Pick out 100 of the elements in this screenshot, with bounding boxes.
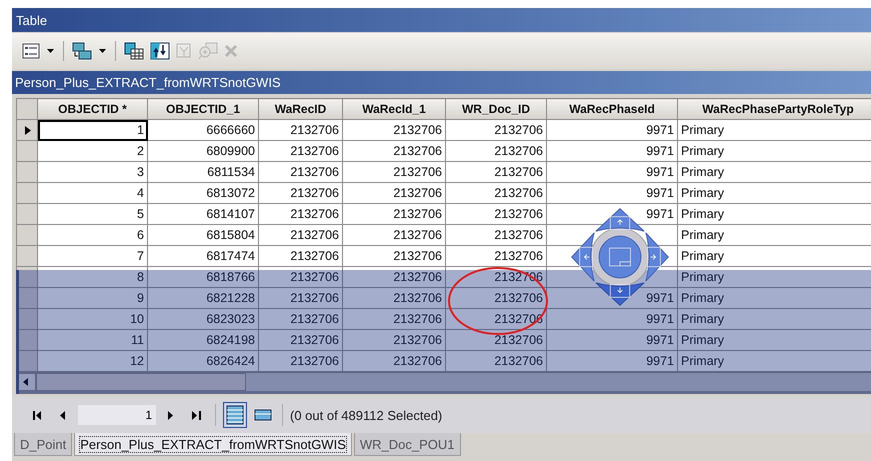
- zoom-to-selected-icon: [198, 42, 218, 60]
- table-cell: 2132706: [446, 246, 546, 266]
- table-cell: 2132706: [446, 162, 546, 182]
- table-cell: Primary: [678, 120, 871, 140]
- table-cell: 6817474: [148, 246, 258, 266]
- dropdown-arrow-icon[interactable]: [96, 49, 109, 53]
- row-selector[interactable]: [16, 120, 38, 140]
- table-cell: 2132706: [342, 266, 446, 288]
- scroll-thumb[interactable]: [36, 373, 246, 391]
- table-cell: 6815804: [148, 224, 258, 246]
- table-cell: 1: [38, 120, 148, 140]
- table-cell: 2132706: [258, 224, 342, 246]
- table-cell: Primary: [678, 308, 871, 330]
- window-title: Table: [16, 12, 48, 28]
- column-header[interactable]: WaRecID: [258, 98, 342, 120]
- delete-icon: [224, 44, 238, 58]
- table-cell: 2132706: [446, 288, 546, 308]
- table-cell: 6826424: [148, 350, 258, 372]
- table-cell: 10: [38, 308, 148, 330]
- table-cell: Primary: [678, 330, 871, 350]
- table-tab[interactable]: D_Point: [14, 433, 72, 456]
- table-cell: 2132706: [342, 308, 446, 330]
- table-cell: 2132706: [342, 330, 446, 350]
- table-cell: 2132706: [342, 120, 446, 140]
- column-header[interactable]: OBJECTID_1: [148, 98, 258, 120]
- table-cell: 6821228: [148, 288, 258, 308]
- table-cell: 6824198: [148, 330, 258, 350]
- table-cell: Primary: [678, 140, 871, 162]
- table-cell: 9971: [546, 162, 678, 182]
- table-cell: 2132706: [342, 288, 446, 308]
- scroll-left-button[interactable]: [16, 373, 36, 391]
- table-cell: 6: [38, 224, 148, 246]
- table-cell: 2132706: [258, 162, 342, 182]
- table-cell: 9971: [546, 350, 678, 372]
- clear-selection-icon: [176, 43, 192, 59]
- table-cell: 2132706: [258, 204, 342, 224]
- table-cell: 6818766: [148, 266, 258, 288]
- table-cell: Primary: [678, 182, 871, 204]
- table-cell: 9971: [546, 308, 678, 330]
- table-cell: 2132706: [446, 204, 546, 224]
- table-cell: 12: [38, 350, 148, 372]
- table-cell: 9971: [546, 140, 678, 162]
- selection-count: (0 out of 489112 Selected): [290, 408, 442, 422]
- table-cell: 9: [38, 288, 148, 308]
- table-cell: 6809900: [148, 140, 258, 162]
- left-arrow-icon: [23, 378, 29, 386]
- table-cell: 2132706: [258, 350, 342, 372]
- column-header[interactable]: OBJECTID *: [38, 98, 148, 120]
- table-cell: 6814107: [148, 204, 258, 224]
- table-cell: 9971: [546, 182, 678, 204]
- column-header[interactable]: WaRecPhaseId: [546, 98, 678, 120]
- table-cell: 7: [38, 246, 148, 266]
- table-tab[interactable]: WR_Doc_POU1: [354, 433, 461, 456]
- table-cell: Primary: [678, 204, 871, 224]
- table-cell: 2132706: [342, 350, 446, 372]
- switch-selection-icon: [150, 42, 170, 60]
- table-cell: 2132706: [446, 350, 546, 372]
- table-cell: 9971: [546, 120, 678, 140]
- dropdown-arrow-icon[interactable]: [44, 49, 57, 53]
- table-cell: 2132706: [258, 246, 342, 266]
- table-cell: 2132706: [258, 288, 342, 308]
- row-selector[interactable]: [16, 266, 38, 288]
- table-cell: 6666660: [148, 120, 258, 140]
- table-cell: Primary: [678, 288, 871, 308]
- table-cell: 9971: [546, 330, 678, 350]
- table-cell: 5: [38, 204, 148, 224]
- table-cell: Primary: [678, 266, 871, 288]
- table-cell: 2132706: [446, 120, 546, 140]
- column-header[interactable]: WaRecPhasePartyRoleTyp: [678, 98, 871, 120]
- table-cell: 2132706: [258, 308, 342, 330]
- table-cell: 8: [38, 266, 148, 288]
- table-cell: 2132706: [342, 204, 446, 224]
- table-cell: Primary: [678, 224, 871, 246]
- show-all-records-button[interactable]: [223, 402, 247, 428]
- table-cell: 2132706: [342, 224, 446, 246]
- table-cell: 2132706: [258, 120, 342, 140]
- table-cell: 2: [38, 140, 148, 162]
- first-record-icon: [32, 410, 42, 420]
- previous-record-icon: [58, 410, 68, 420]
- table-cell: 2132706: [258, 182, 342, 204]
- grid-corner: [16, 98, 38, 120]
- table-cell: 2132706: [342, 182, 446, 204]
- table-cell: 6811534: [148, 162, 258, 182]
- column-header[interactable]: WaRecId_1: [342, 98, 446, 120]
- related-tables-icon: [72, 42, 92, 60]
- table-cell: 6823023: [148, 308, 258, 330]
- table-select-icon: [124, 42, 144, 60]
- table-cell: 11: [38, 330, 148, 350]
- horizontal-scrollbar[interactable]: [16, 372, 871, 391]
- table-cell: 2132706: [342, 162, 446, 182]
- table-options-icon: [22, 43, 40, 59]
- last-record-icon: [192, 410, 202, 420]
- table-cell: 2132706: [342, 140, 446, 162]
- table-cell: 2132706: [258, 330, 342, 350]
- table-tab[interactable]: Person_Plus_EXTRACT_fromWRTSnotGWIS: [74, 433, 352, 456]
- current-row-marker-icon: [25, 126, 31, 134]
- record-number-field[interactable]: 1: [78, 405, 156, 425]
- table-cell: Primary: [678, 350, 871, 372]
- table-cell: 2132706: [258, 266, 342, 288]
- column-header[interactable]: WR_Doc_ID: [446, 98, 546, 120]
